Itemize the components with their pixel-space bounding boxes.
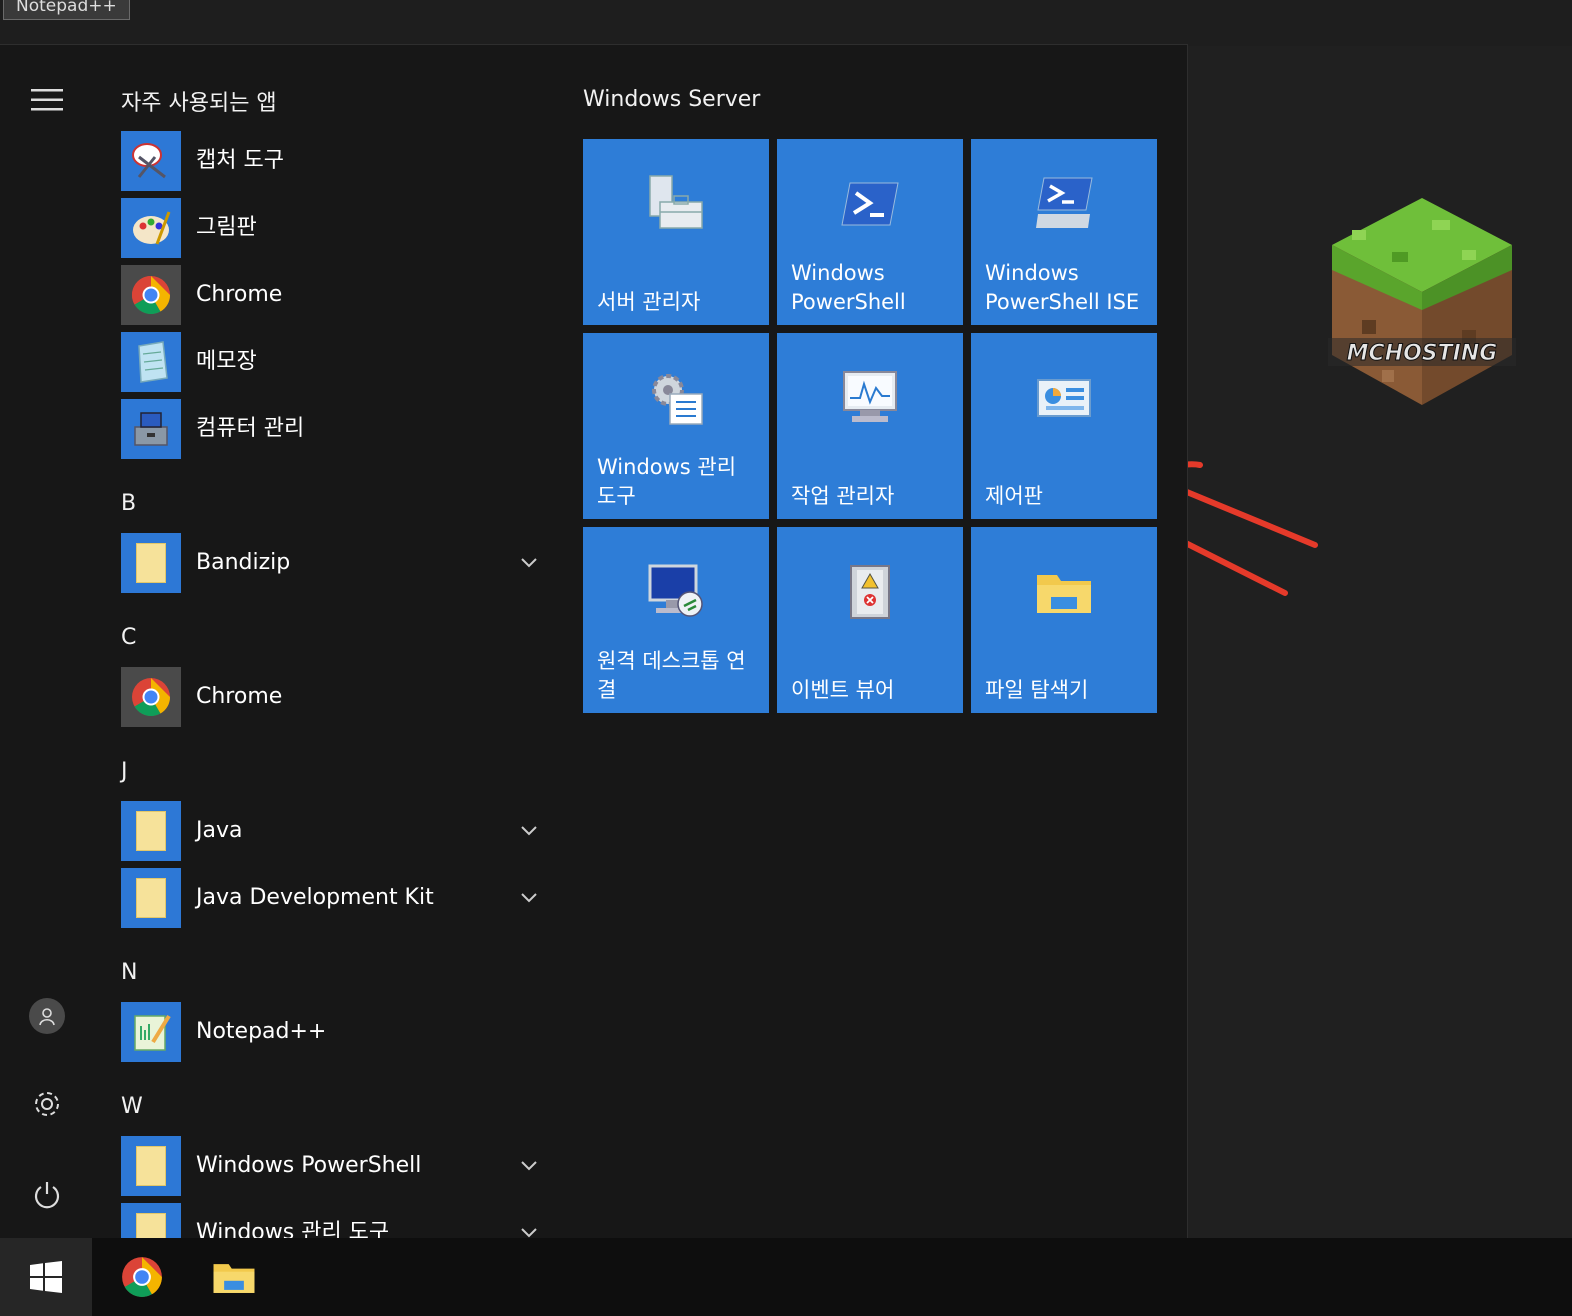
- app-label: Bandizip: [196, 550, 291, 575]
- app-chrome[interactable]: Chrome: [121, 265, 551, 325]
- section-letter-j[interactable]: J: [121, 759, 128, 784]
- chrome-icon: [122, 1257, 162, 1297]
- section-letter-b[interactable]: B: [121, 491, 136, 516]
- logo-text: MCHOSTING: [1347, 341, 1498, 366]
- section-letter-w[interactable]: W: [121, 1094, 143, 1119]
- app-label: Notepad++: [196, 1019, 327, 1044]
- folder-icon: [121, 868, 181, 928]
- title-area: Notepad++: [0, 0, 1572, 46]
- event-viewer-icon: [777, 527, 963, 657]
- app-label: Windows 관리 도구: [196, 1220, 390, 1239]
- tile-windows-powershell[interactable]: Windows PowerShell: [777, 139, 963, 325]
- chevron-down-icon[interactable]: [519, 552, 539, 572]
- tile-windows-admin-tools[interactable]: Windows 관리 도구: [583, 333, 769, 519]
- tile-label: 제어판: [985, 484, 1043, 508]
- frequent-apps-heading: 자주 사용되는 앱: [121, 91, 277, 116]
- notepad-plus-plus-icon: [121, 1002, 181, 1062]
- powershell-icon: [777, 139, 963, 269]
- app-notepad[interactable]: 메모장: [121, 332, 551, 392]
- tile-group-title[interactable]: Windows Server: [583, 87, 760, 112]
- chevron-down-icon[interactable]: [519, 887, 539, 907]
- app-java[interactable]: Java: [121, 801, 551, 861]
- file-explorer-icon: [213, 1264, 255, 1293]
- app-label: 컴퓨터 관리: [196, 416, 305, 441]
- chrome-icon: [121, 667, 181, 727]
- chevron-down-icon[interactable]: [519, 1222, 539, 1239]
- mchosting-logo[interactable]: MCHOSTING: [1322, 190, 1522, 420]
- app-windows-admin-tools[interactable]: Windows 관리 도구: [121, 1203, 551, 1239]
- app-bandizip[interactable]: Bandizip: [121, 533, 551, 593]
- app-notepad-plus-plus[interactable]: Notepad++: [121, 1002, 551, 1062]
- taskbar-chrome[interactable]: [96, 1238, 188, 1316]
- tile-windows-powershell-ise[interactable]: Windows PowerShell ISE: [971, 139, 1157, 325]
- folder-icon: [121, 801, 181, 861]
- control-panel-icon: [971, 333, 1157, 463]
- tile-server-manager[interactable]: 서버 관리자: [583, 139, 769, 325]
- app-label: Java Development Kit: [196, 885, 434, 910]
- app-label: Java: [196, 818, 243, 843]
- paint-icon: [121, 198, 181, 258]
- file-explorer-icon: [971, 527, 1157, 657]
- start-menu: 자주 사용되는 앱 캡처 도구 그림판 Chrome 메모장 컴퓨터 관리 B …: [0, 44, 1188, 1239]
- app-label: 그림판: [196, 215, 257, 240]
- admin-tools-icon: [583, 333, 769, 463]
- tile-label: Windows 관리 도구: [597, 455, 737, 508]
- task-manager-icon: [777, 333, 963, 463]
- app-snipping-tool[interactable]: 캡처 도구: [121, 131, 551, 191]
- chevron-down-icon[interactable]: [519, 820, 539, 840]
- app-label: Windows PowerShell: [196, 1153, 422, 1178]
- tile-remote-desktop[interactable]: 원격 데스크톱 연결: [583, 527, 769, 713]
- server-manager-icon: [583, 139, 769, 269]
- powershell-ise-icon: [971, 139, 1157, 269]
- tile-label: 서버 관리자: [597, 290, 701, 314]
- tile-task-manager[interactable]: 작업 관리자: [777, 333, 963, 519]
- app-label: 캡처 도구: [196, 148, 284, 173]
- app-label: 메모장: [196, 349, 257, 374]
- tile-label: 이벤트 뷰어: [791, 678, 895, 702]
- folder-icon: [121, 1203, 181, 1239]
- chevron-down-icon[interactable]: [519, 1155, 539, 1175]
- tile-control-panel[interactable]: 제어판: [971, 333, 1157, 519]
- tile-label: 작업 관리자: [791, 484, 895, 508]
- tile-label: Windows PowerShell ISE: [985, 261, 1140, 314]
- tile-label: Windows PowerShell: [791, 261, 906, 314]
- section-letter-c[interactable]: C: [121, 625, 136, 650]
- app-java-development-kit[interactable]: Java Development Kit: [121, 868, 551, 928]
- chrome-icon: [121, 265, 181, 325]
- taskbar: [0, 1238, 1572, 1316]
- snipping-tool-icon: [121, 131, 181, 191]
- start-button[interactable]: [0, 1238, 92, 1316]
- section-letter-n[interactable]: N: [121, 960, 137, 985]
- computer-management-icon: [121, 399, 181, 459]
- taskbar-file-explorer[interactable]: [188, 1238, 280, 1316]
- app-paint[interactable]: 그림판: [121, 198, 551, 258]
- tile-label: 원격 데스크톱 연결: [597, 649, 746, 702]
- app-list[interactable]: 자주 사용되는 앱 캡처 도구 그림판 Chrome 메모장 컴퓨터 관리 B …: [0, 45, 560, 1239]
- notepad-icon: [121, 332, 181, 392]
- folder-icon: [121, 1136, 181, 1196]
- app-label: Chrome: [196, 684, 283, 709]
- app-windows-powershell[interactable]: Windows PowerShell: [121, 1136, 551, 1196]
- notepad-window-tab[interactable]: Notepad++: [3, 0, 130, 20]
- folder-icon: [121, 533, 181, 593]
- app-chrome-list[interactable]: Chrome: [121, 667, 551, 727]
- windows-logo-icon: [30, 1261, 62, 1293]
- tile-event-viewer[interactable]: 이벤트 뷰어: [777, 527, 963, 713]
- app-computer-management[interactable]: 컴퓨터 관리: [121, 399, 551, 459]
- app-label: Chrome: [196, 282, 283, 307]
- remote-desktop-icon: [583, 527, 769, 657]
- tile-file-explorer[interactable]: 파일 탐색기: [971, 527, 1157, 713]
- tile-label: 파일 탐색기: [985, 678, 1089, 702]
